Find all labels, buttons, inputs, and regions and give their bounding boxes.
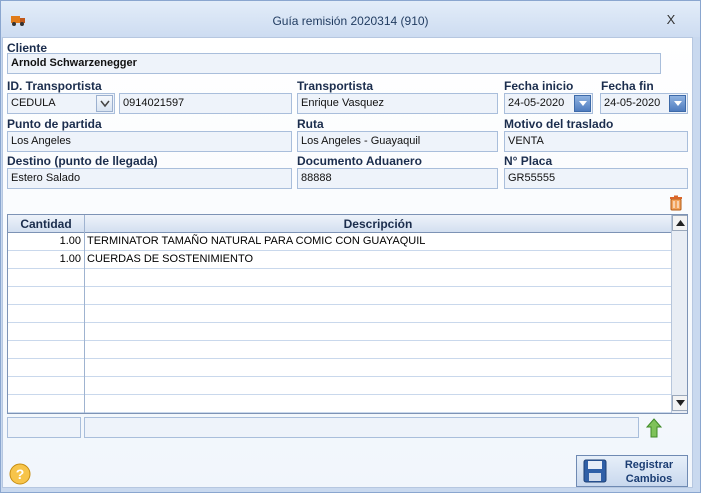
- new-descripcion-input[interactable]: [84, 417, 639, 438]
- motivo-label: Motivo del traslado: [504, 117, 614, 131]
- table-row[interactable]: [8, 341, 671, 359]
- placa-field[interactable]: GR55555: [504, 168, 688, 189]
- cantidad-cell[interactable]: [8, 323, 81, 341]
- table-row[interactable]: 1.00 TERMINATOR TAMAÑO NATURAL PARA COMIC…: [8, 233, 671, 251]
- window-title: Guía remisión 2020314 (910): [272, 14, 429, 28]
- cantidad-cell[interactable]: [8, 395, 81, 413]
- vertical-scrollbar[interactable]: [671, 215, 687, 413]
- save-button-label: Registrar Cambios: [613, 458, 685, 486]
- descripcion-cell[interactable]: [87, 359, 667, 377]
- column-header-cantidad[interactable]: Cantidad: [8, 217, 84, 231]
- table-row[interactable]: 1.00 CUERDAS DE SOSTENIMIENTO: [8, 251, 671, 269]
- fecha-inicio-picker[interactable]: 24-05-2020: [504, 93, 593, 114]
- table-row[interactable]: [8, 269, 671, 287]
- descripcion-cell[interactable]: TERMINATOR TAMAÑO NATURAL PARA COMIC CON…: [87, 233, 667, 251]
- punto-partida-field[interactable]: Los Angeles: [7, 131, 292, 152]
- destino-label: Destino (punto de llegada): [7, 154, 158, 168]
- ruta-label: Ruta: [297, 117, 324, 131]
- calendar-dropdown-icon[interactable]: [669, 95, 686, 112]
- fecha-inicio-label: Fecha inicio: [504, 79, 574, 93]
- cantidad-cell[interactable]: [8, 359, 81, 377]
- punto-partida-label: Punto de partida: [7, 117, 102, 131]
- ruta-field[interactable]: Los Angeles - Guayaquil: [297, 131, 498, 152]
- fecha-fin-label: Fecha fin: [601, 79, 654, 93]
- form-panel: Cliente Arnold Schwarzenegger ID. Transp…: [2, 37, 693, 488]
- table-header: Cantidad Descripción: [8, 215, 671, 233]
- transportista-field[interactable]: Enrique Vasquez: [297, 93, 498, 114]
- id-number-field[interactable]: 0914021597: [119, 93, 292, 114]
- id-type-value: CEDULA: [11, 97, 56, 109]
- cantidad-cell[interactable]: [8, 305, 81, 323]
- descripcion-cell[interactable]: [87, 269, 667, 287]
- cantidad-cell[interactable]: [8, 287, 81, 305]
- cantidad-cell[interactable]: 1.00: [8, 233, 81, 251]
- up-arrow-icon[interactable]: [645, 418, 663, 441]
- fecha-inicio-value: 24-05-2020: [508, 97, 565, 109]
- descripcion-cell[interactable]: [87, 341, 667, 359]
- cantidad-cell[interactable]: [8, 377, 81, 395]
- scroll-down-icon[interactable]: [672, 395, 687, 411]
- floppy-disk-icon: [583, 459, 607, 486]
- column-divider: [84, 215, 85, 413]
- table-row[interactable]: [8, 287, 671, 305]
- table-row[interactable]: [8, 377, 671, 395]
- guia-remision-window: Guía remisión 2020314 (910) X Cliente Ar…: [0, 0, 701, 493]
- help-icon[interactable]: ?: [9, 463, 31, 488]
- close-button[interactable]: X: [660, 11, 682, 29]
- table-row[interactable]: [8, 395, 671, 413]
- doc-aduanero-field[interactable]: 88888: [297, 168, 498, 189]
- svg-text:?: ?: [16, 466, 25, 482]
- column-header-descripcion[interactable]: Descripción: [85, 217, 671, 231]
- doc-aduanero-label: Documento Aduanero: [297, 154, 422, 168]
- fecha-fin-value: 24-05-2020: [604, 97, 661, 109]
- cantidad-cell[interactable]: 1.00: [8, 251, 81, 269]
- cantidad-cell[interactable]: [8, 269, 81, 287]
- table-row[interactable]: [8, 359, 671, 377]
- descripcion-cell[interactable]: [87, 377, 667, 395]
- descripcion-cell[interactable]: [87, 287, 667, 305]
- save-label-line2: Cambios: [625, 473, 673, 485]
- id-transportista-label: ID. Transportista: [7, 79, 102, 93]
- chevron-down-icon[interactable]: [96, 95, 113, 112]
- descripcion-cell[interactable]: CUERDAS DE SOSTENIMIENTO: [87, 251, 667, 269]
- table-row[interactable]: [8, 305, 671, 323]
- table-row[interactable]: [8, 323, 671, 341]
- save-label-line1: Registrar: [624, 459, 674, 471]
- calendar-dropdown-icon[interactable]: [574, 95, 591, 112]
- title-bar[interactable]: Guía remisión 2020314 (910) X: [1, 1, 700, 37]
- motivo-field[interactable]: VENTA: [504, 131, 688, 152]
- descripcion-cell[interactable]: [87, 323, 667, 341]
- new-cantidad-input[interactable]: [7, 417, 81, 438]
- fecha-fin-picker[interactable]: 24-05-2020: [600, 93, 688, 114]
- descripcion-cell[interactable]: [87, 305, 667, 323]
- cantidad-cell[interactable]: [8, 341, 81, 359]
- destino-field[interactable]: Estero Salado: [7, 168, 292, 189]
- scroll-up-icon[interactable]: [672, 215, 687, 231]
- registrar-cambios-button[interactable]: Registrar Cambios: [576, 455, 688, 487]
- trash-icon[interactable]: [669, 195, 683, 214]
- placa-label: N° Placa: [504, 154, 553, 168]
- transportista-label: Transportista: [297, 79, 374, 93]
- cliente-field[interactable]: Arnold Schwarzenegger: [7, 53, 661, 74]
- id-type-select[interactable]: CEDULA: [7, 93, 115, 114]
- descripcion-cell[interactable]: [87, 395, 667, 413]
- items-table: Cantidad Descripción 1.00 TERMINATOR TAMA…: [7, 214, 688, 414]
